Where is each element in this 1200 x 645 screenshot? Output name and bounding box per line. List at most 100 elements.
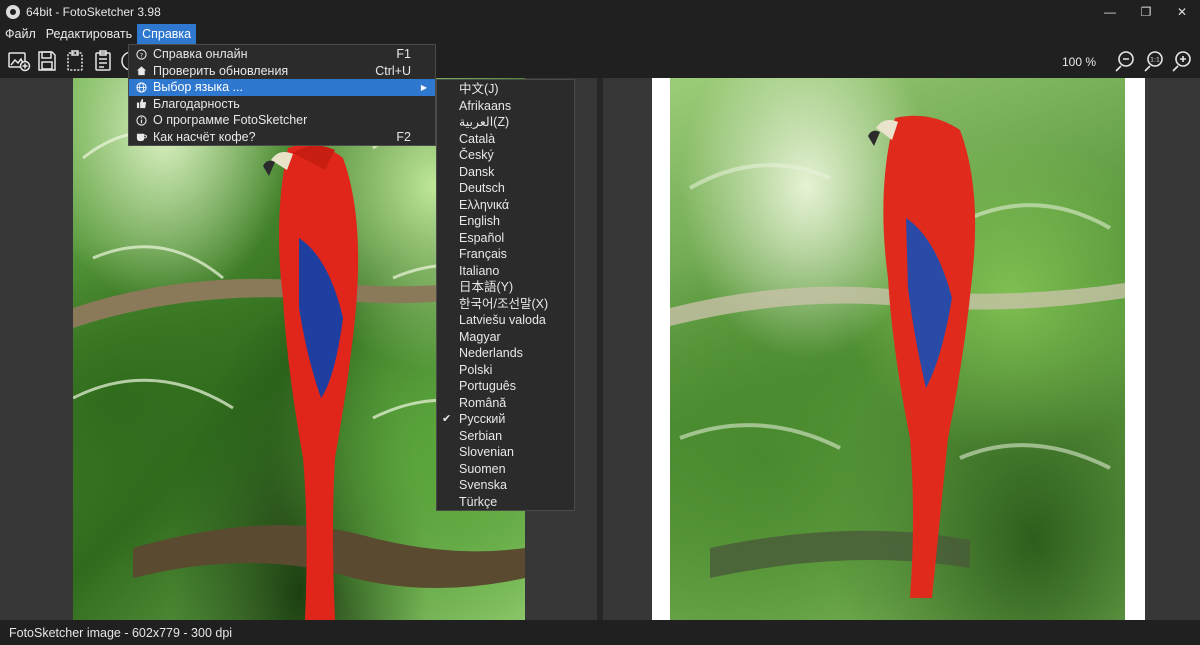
zoom-actual-size-icon[interactable]: 1:1 [1142, 49, 1166, 73]
language-label: Magyar [459, 329, 501, 344]
language-label: Afrikaans [459, 98, 512, 113]
status-text: FotoSketcher image - 602x779 - 300 dpi [9, 625, 233, 640]
home-icon [129, 65, 153, 76]
language-item[interactable]: Svenska [437, 477, 574, 494]
coffee-icon [129, 131, 153, 142]
menu-item-select-language[interactable]: Выбор языка ... ▶ [129, 79, 435, 96]
language-item[interactable]: Italiano [437, 263, 574, 280]
help-dropdown-menu: ? Справка онлайн F1 Проверить обновления… [128, 44, 436, 146]
menu-item-label: Как насчёт кофе? [153, 129, 256, 144]
menu-item-thanks[interactable]: Благодарность [129, 96, 435, 113]
status-bar: FotoSketcher image - 602x779 - 300 dpi [0, 620, 1200, 645]
language-label: Nederlands [459, 346, 523, 360]
language-label: Svenska [459, 478, 507, 492]
language-item[interactable]: العربية(Z) [437, 114, 574, 131]
menu-bar: Файл Редактировать Справка [0, 24, 1200, 44]
language-item[interactable]: Español [437, 230, 574, 247]
language-item[interactable]: Ελληνικά [437, 197, 574, 214]
help-circle-icon: ? [129, 49, 153, 60]
language-label: العربية(Z) [459, 115, 510, 129]
menu-item-shortcut: Ctrl+U [375, 63, 411, 78]
language-item[interactable]: Română [437, 395, 574, 412]
menu-item-label: О программе FotoSketcher [153, 113, 308, 128]
language-item[interactable]: Dansk [437, 164, 574, 181]
language-label: Suomen [459, 461, 506, 476]
language-item[interactable]: Suomen [437, 461, 574, 478]
language-label: Serbian [459, 428, 503, 443]
svg-text:?: ? [139, 51, 142, 59]
menu-item-online-help[interactable]: ? Справка онлайн F1 [129, 46, 435, 63]
copy-icon[interactable] [63, 49, 87, 73]
language-label: Español [459, 230, 505, 245]
language-item[interactable]: English [437, 213, 574, 230]
info-icon [129, 115, 153, 126]
globe-icon [129, 82, 153, 93]
menu-help[interactable]: Справка [137, 24, 197, 44]
paste-icon[interactable] [91, 49, 115, 73]
sketch-image-pane[interactable] [603, 78, 1200, 620]
language-label: 日本語(Y) [459, 280, 514, 294]
sketch-result-image [652, 78, 1145, 620]
menu-item-check-updates[interactable]: Проверить обновления Ctrl+U [129, 63, 435, 80]
language-item[interactable]: Serbian [437, 428, 574, 445]
menu-item-shortcut: F1 [396, 47, 411, 62]
menu-edit[interactable]: Редактировать [41, 24, 137, 44]
language-item[interactable]: Français [437, 246, 574, 263]
language-label: Português [459, 379, 516, 393]
language-label: Français [459, 247, 507, 261]
language-item[interactable]: Afrikaans [437, 98, 574, 115]
language-label: Русский [459, 412, 506, 426]
language-item[interactable]: Slovenian [437, 444, 574, 461]
language-label: Türkçe [459, 494, 498, 509]
svg-text:1:1: 1:1 [1150, 57, 1160, 64]
language-item[interactable]: Polski [437, 362, 574, 379]
menu-item-label: Благодарность [153, 96, 240, 111]
language-item[interactable]: Türkçe [437, 494, 574, 511]
open-image-icon[interactable] [7, 49, 31, 73]
language-submenu: 中文(J) Afrikaans العربية(Z) Català Český … [436, 79, 575, 511]
language-item-selected[interactable]: ✔ Русский [437, 411, 574, 428]
language-label: Ελληνικά [459, 197, 510, 212]
language-item[interactable]: Nederlands [437, 345, 574, 362]
menu-item-label: Выбор языка ... [153, 80, 243, 95]
submenu-arrow-icon: ▶ [420, 82, 427, 92]
language-label: Český [459, 148, 494, 162]
language-label: Slovenian [459, 445, 514, 459]
close-button[interactable]: ✕ [1164, 0, 1200, 24]
language-item[interactable]: 中文(J) [437, 81, 574, 98]
language-label: Română [459, 395, 507, 410]
menu-item-label: Справка онлайн [153, 47, 248, 62]
language-item[interactable]: Český [437, 147, 574, 164]
menu-item-shortcut: F2 [396, 129, 411, 144]
language-item[interactable]: Magyar [437, 329, 574, 346]
save-icon[interactable] [35, 49, 59, 73]
language-item[interactable]: Latviešu valoda [437, 312, 574, 329]
language-label: 한국어/조선말(X) [459, 296, 549, 311]
thumbs-up-icon [129, 98, 153, 109]
language-label: Dansk [459, 164, 495, 179]
window-title: 64bit - FotoSketcher 3.98 [26, 5, 161, 19]
menu-item-about[interactable]: О программе FotoSketcher [129, 112, 435, 129]
language-label: Polski [459, 362, 493, 377]
language-label: English [459, 214, 500, 228]
zoom-in-icon[interactable] [1170, 49, 1194, 73]
menu-item-coffee[interactable]: Как насчёт кофе? F2 [129, 129, 435, 146]
minimize-button[interactable]: — [1092, 0, 1128, 24]
language-item[interactable]: Português [437, 378, 574, 395]
language-item[interactable]: Català [437, 131, 574, 148]
language-item[interactable]: 日本語(Y) [437, 279, 574, 296]
checkmark-icon: ✔ [442, 413, 452, 425]
zoom-level: 100 % [1062, 55, 1097, 69]
menu-file[interactable]: Файл [0, 24, 41, 44]
app-logo-icon [6, 5, 20, 19]
language-label: Català [459, 131, 496, 146]
language-label: Italiano [459, 263, 500, 278]
language-label: Deutsch [459, 181, 505, 195]
language-label: Latviešu valoda [459, 313, 546, 327]
language-item[interactable]: Deutsch [437, 180, 574, 197]
workspace [0, 78, 1200, 620]
maximize-button[interactable]: ❐ [1128, 0, 1164, 24]
zoom-out-icon[interactable] [1113, 49, 1137, 73]
window-controls: — ❐ ✕ [1092, 0, 1200, 24]
language-item[interactable]: 한국어/조선말(X) [437, 296, 574, 313]
